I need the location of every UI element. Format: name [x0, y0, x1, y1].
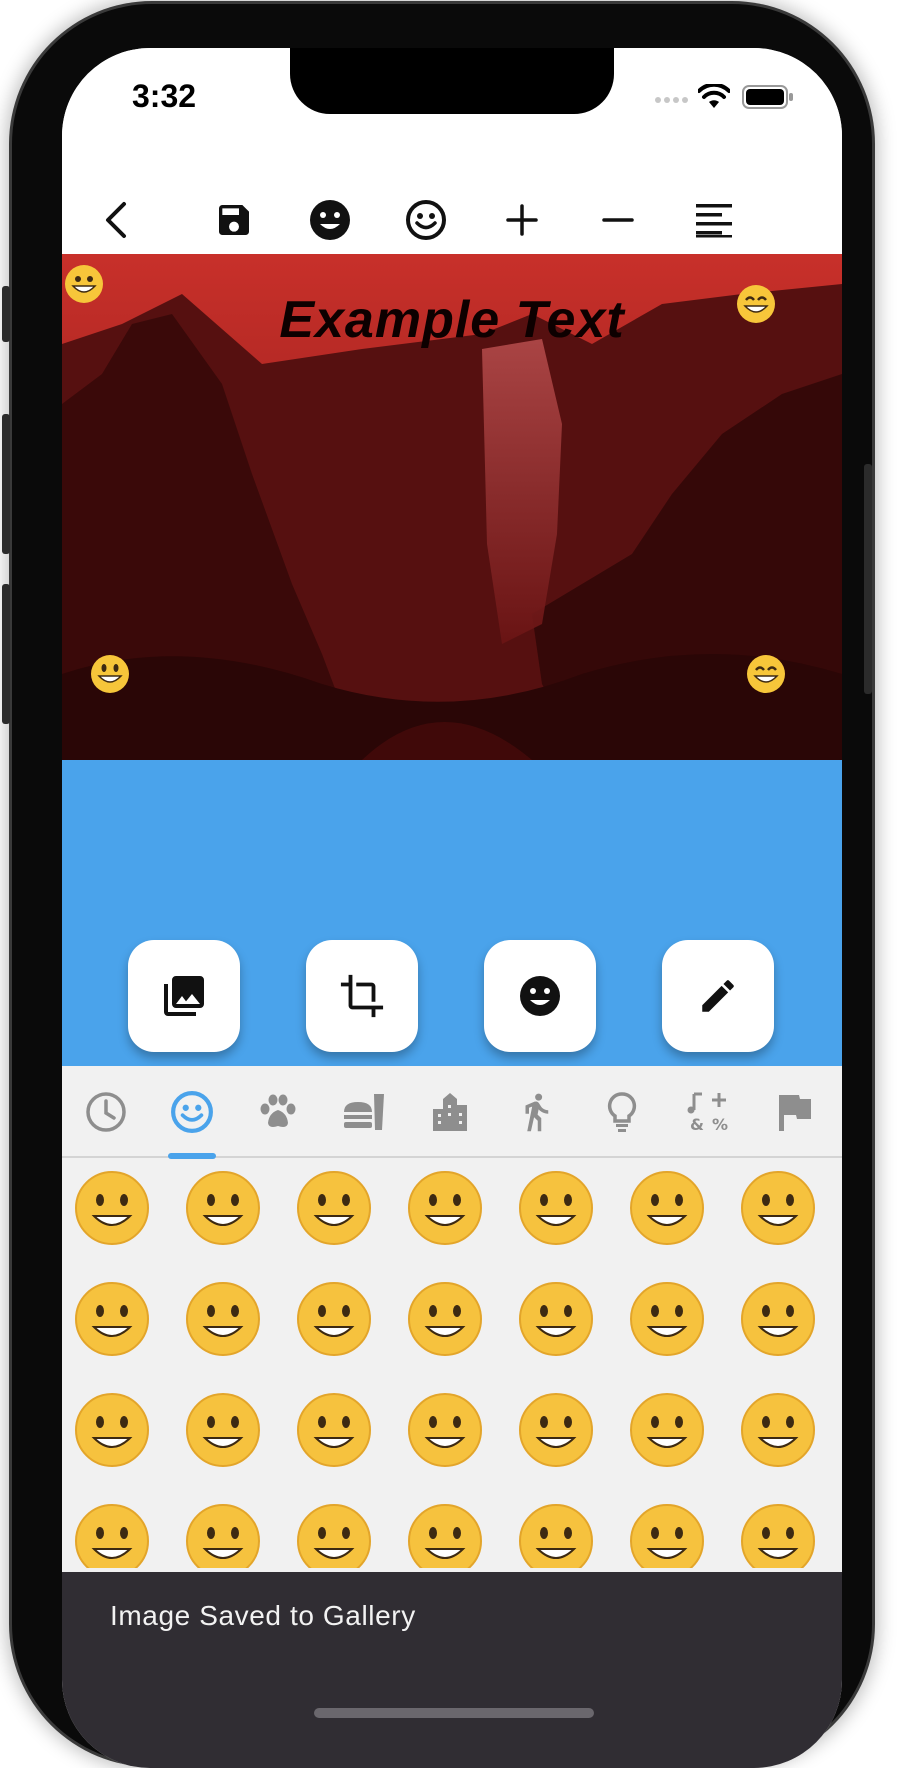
back-button[interactable] [88, 190, 148, 250]
crop-icon [340, 974, 384, 1018]
emoji-item[interactable]: 😆 [516, 1168, 596, 1248]
zoom-in-button[interactable] [492, 190, 552, 250]
svg-text:%: % [712, 1115, 728, 1134]
emoji-item[interactable]: 😗 [405, 1390, 485, 1470]
emoji-item[interactable]: 😚 [627, 1390, 707, 1470]
emoji-item[interactable]: 😅 [627, 1168, 707, 1248]
snackbar-message: Image Saved to Gallery [110, 1600, 416, 1631]
align-icon [696, 204, 732, 238]
emoji-item[interactable]: 😇 [627, 1279, 707, 1359]
svg-text:&: & [690, 1115, 704, 1134]
save-button[interactable] [204, 190, 264, 250]
gallery-icon [164, 976, 204, 1016]
draw-button[interactable] [662, 940, 774, 1052]
image-canvas[interactable]: Example Text [62, 254, 842, 760]
emoji-item[interactable]: 😁 [405, 1168, 485, 1248]
tab-travel[interactable] [426, 1088, 474, 1136]
emoji-item[interactable]: ☺️ [516, 1390, 596, 1470]
emoji-item[interactable]: 🥰 [738, 1279, 818, 1359]
objects-icon [607, 1092, 637, 1132]
emoji-filled-icon [310, 200, 350, 240]
power-button [864, 464, 872, 694]
sticker-button[interactable] [484, 940, 596, 1052]
cellular-signal-icon [655, 97, 688, 103]
tab-symbols[interactable]: & % [684, 1088, 732, 1136]
grinning-face-sticker[interactable] [64, 264, 104, 304]
activities-icon [525, 1093, 549, 1132]
tab-objects[interactable] [598, 1088, 646, 1136]
emoji-item[interactable]: 😛 [183, 1501, 263, 1568]
crop-button[interactable] [306, 940, 418, 1052]
emoji-item[interactable]: 🤪 [405, 1501, 485, 1568]
emoji-item[interactable]: 😙 [738, 1390, 818, 1470]
zoom-out-button[interactable] [588, 190, 648, 250]
emoji-item[interactable]: 😂 [72, 1279, 152, 1359]
back-icon [106, 202, 126, 238]
emoji-item[interactable]: 😋 [72, 1501, 152, 1568]
emoji-grid: 😀 😃 😄 😁 😆 😅 🤣 😂 🙂 🙃 😉 😊 😇 🥰 😍 🤩 😘 😗 ☺️ 😚 😙 😋 😛 😜 🤪 😝 🤑 🤗 [62, 1158, 842, 1568]
remove-icon [602, 218, 634, 222]
add-icon [506, 204, 538, 236]
screen: 3:32 Example Text & % Image Saved to Gal… [62, 48, 842, 1768]
save-icon [219, 205, 249, 235]
smileys-icon [171, 1091, 213, 1133]
symbols-icon: & % [687, 1092, 728, 1134]
smiley-face-sticker[interactable] [90, 654, 130, 694]
phone-frame: 3:32 Example Text & % Image Saved to Gal… [2, 4, 872, 1768]
mute-switch [2, 286, 10, 342]
volume-down-button [2, 584, 10, 724]
tab-smileys[interactable] [168, 1088, 216, 1136]
travel-icon [433, 1093, 467, 1131]
emoji-item[interactable]: 😉 [405, 1279, 485, 1359]
snackbar: Image Saved to Gallery [62, 1572, 842, 1768]
notch [290, 48, 614, 114]
emoji-sticker-button[interactable] [396, 190, 456, 250]
emoji-item[interactable]: 😀 [72, 1168, 152, 1248]
overlay-text[interactable]: Example Text [62, 290, 842, 350]
status-time: 3:32 [132, 78, 197, 114]
tab-flags[interactable] [770, 1088, 818, 1136]
flags-icon [779, 1095, 811, 1131]
beaming-face-sticker-2[interactable] [746, 654, 786, 694]
emoji-category-bar: & % [62, 1066, 842, 1158]
edit-icon [702, 980, 734, 1012]
emoji-item[interactable]: 😊 [516, 1279, 596, 1359]
beaming-face-sticker[interactable] [736, 284, 776, 324]
emoji-item[interactable]: 😜 [294, 1501, 374, 1568]
tab-food[interactable] [340, 1088, 388, 1136]
animals-icon [260, 1094, 296, 1127]
emoji-outline-icon [406, 200, 446, 240]
emoji-item[interactable]: 🤩 [183, 1390, 263, 1470]
food-icon [344, 1094, 384, 1130]
add-emoji-button[interactable] [300, 190, 360, 250]
emoji-item[interactable]: 😘 [294, 1390, 374, 1470]
emoji-item[interactable]: 😃 [183, 1168, 263, 1248]
battery-icon [742, 85, 793, 109]
emoji-item[interactable]: 😝 [516, 1501, 596, 1568]
emoji-item[interactable]: 🙃 [294, 1279, 374, 1359]
text-align-button[interactable] [684, 190, 744, 250]
home-indicator[interactable] [314, 1708, 594, 1718]
emoji-item[interactable]: 🤣 [738, 1168, 818, 1248]
volume-up-button [2, 414, 10, 554]
wifi-icon [698, 84, 730, 108]
recent-icon [86, 1092, 126, 1132]
emoji-icon [520, 976, 560, 1016]
status-bar: 3:32 [62, 48, 842, 158]
tab-activities[interactable] [512, 1088, 560, 1136]
emoji-item[interactable]: 🤗 [738, 1501, 818, 1568]
emoji-item[interactable]: 🙂 [183, 1279, 263, 1359]
emoji-item[interactable]: 🤑 [627, 1501, 707, 1568]
emoji-item[interactable]: 😄 [294, 1168, 374, 1248]
tab-animals[interactable] [254, 1088, 302, 1136]
action-panel [62, 760, 842, 1066]
gallery-button[interactable] [128, 940, 240, 1052]
tab-recent[interactable] [82, 1088, 130, 1136]
emoji-item[interactable]: 😍 [72, 1390, 152, 1470]
